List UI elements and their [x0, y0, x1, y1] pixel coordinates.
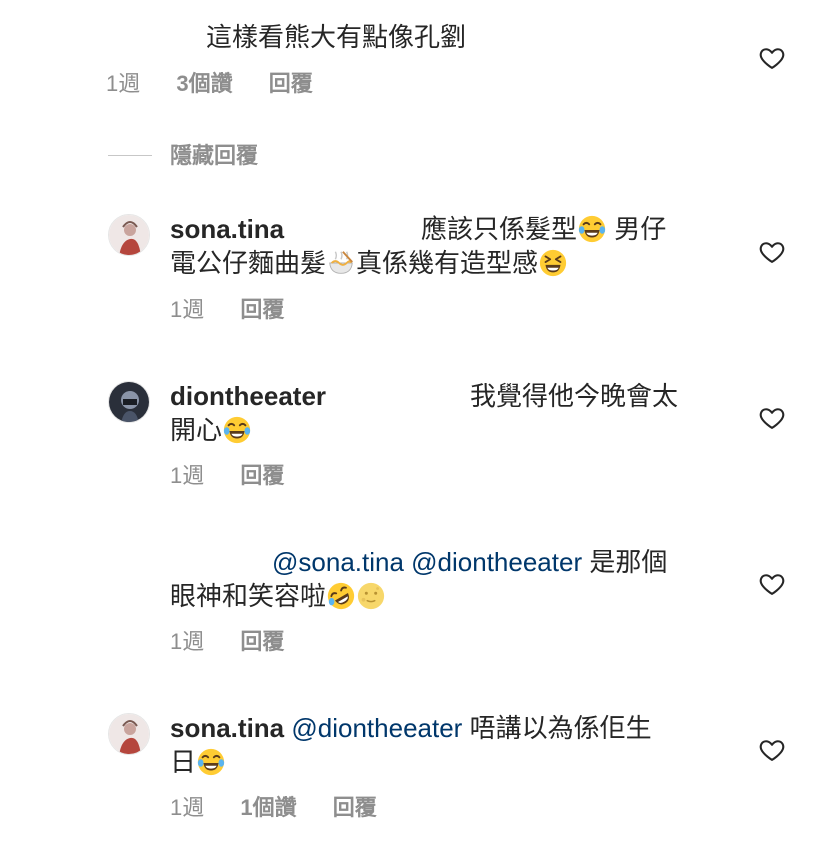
- comment-text-line2: 開心: [170, 413, 252, 447]
- username[interactable]: sona.tina: [170, 214, 284, 244]
- comment-text-line1: sona.tina @diontheeater 唔講以為係佢生: [170, 711, 652, 745]
- comment-text: 唔講以為係佢生: [462, 713, 652, 743]
- reply-button[interactable]: 回覆: [333, 795, 377, 820]
- like-heart-icon[interactable]: [758, 238, 786, 266]
- comment-time: 1週: [170, 463, 205, 488]
- comment-meta: 1週 回覆: [170, 463, 284, 489]
- reply-button[interactable]: 回覆: [240, 463, 284, 488]
- comment-text: 是那個: [582, 547, 668, 577]
- comment-text: 眼神和笑容啦: [170, 581, 327, 611]
- comment-text: 電公仔麵曲髮: [170, 248, 327, 278]
- avatar-photo: [109, 714, 149, 754]
- mention-link[interactable]: @diontheeater: [411, 547, 582, 577]
- comment-time: 1週: [170, 629, 205, 654]
- like-heart-icon[interactable]: [758, 44, 786, 72]
- comment-text: 應該只係髮型: [421, 214, 578, 244]
- mention-link[interactable]: @diontheeater: [291, 713, 462, 743]
- avatar[interactable]: [108, 214, 150, 256]
- comment-meta: 1週 1個讚 回覆: [170, 795, 377, 821]
- comment-text-line2: 日: [170, 745, 226, 779]
- comment-time: 1週: [106, 71, 141, 96]
- avatar-photo: [109, 382, 149, 422]
- comment-time: 1週: [170, 795, 205, 820]
- avatar[interactable]: [108, 381, 150, 423]
- comment-body: sona.tina: [170, 212, 284, 246]
- comment-text-line1: @sona.tina @diontheeater 是那個: [272, 545, 667, 579]
- username[interactable]: sona.tina: [170, 713, 284, 743]
- comment-text-line2: 眼神和笑容啦: [170, 579, 386, 613]
- comment-text: 真係幾有造型感: [356, 248, 539, 278]
- mention-link[interactable]: @sona.tina: [272, 547, 404, 577]
- likes-count[interactable]: 3個讚: [176, 71, 232, 96]
- avatar-photo: [109, 215, 149, 255]
- like-heart-icon[interactable]: [758, 736, 786, 764]
- like-heart-icon[interactable]: [758, 570, 786, 598]
- hide-replies-button[interactable]: 隱藏回覆: [170, 143, 258, 169]
- avatar[interactable]: [108, 713, 150, 755]
- reply-button[interactable]: 回覆: [240, 629, 284, 654]
- comment-meta: 1週 回覆: [170, 297, 284, 323]
- comment-text: 開心: [170, 415, 223, 445]
- like-heart-icon[interactable]: [758, 404, 786, 432]
- laughing-emoji-icon: [538, 248, 568, 278]
- joy-emoji-icon: [196, 747, 226, 777]
- reply-button[interactable]: 回覆: [269, 71, 313, 96]
- full-moon-face-emoji-icon: [356, 581, 386, 611]
- likes-count[interactable]: 1個讚: [240, 795, 296, 820]
- comment-time: 1週: [170, 297, 205, 322]
- username[interactable]: diontheeater: [170, 381, 326, 411]
- comment-text-line2: 電公仔麵曲髮 真係幾有造型感: [170, 246, 568, 280]
- comment-username-row: diontheeater: [170, 379, 326, 413]
- comment-text: 男仔: [607, 214, 667, 244]
- reply-button[interactable]: 回覆: [240, 297, 284, 322]
- hide-replies-line: [108, 155, 152, 156]
- comment-text: 我覺得他今晚會太: [470, 381, 679, 411]
- comment-text: 日: [170, 747, 197, 777]
- comment-text: 這樣看熊大有點像孔劉: [206, 22, 467, 52]
- comment-meta: 1週 3個讚 回覆: [106, 71, 313, 97]
- noodle-bowl-emoji-icon: [326, 248, 356, 278]
- joy-emoji-icon: [577, 214, 607, 244]
- comment-meta: 1週 回覆: [170, 629, 284, 655]
- rofl-emoji-icon: [326, 581, 356, 611]
- comment-text-line1: 應該只係髮型 男仔: [421, 212, 666, 246]
- joy-emoji-icon: [222, 415, 252, 445]
- comment-text-line1: 我覺得他今晚會太: [470, 379, 678, 413]
